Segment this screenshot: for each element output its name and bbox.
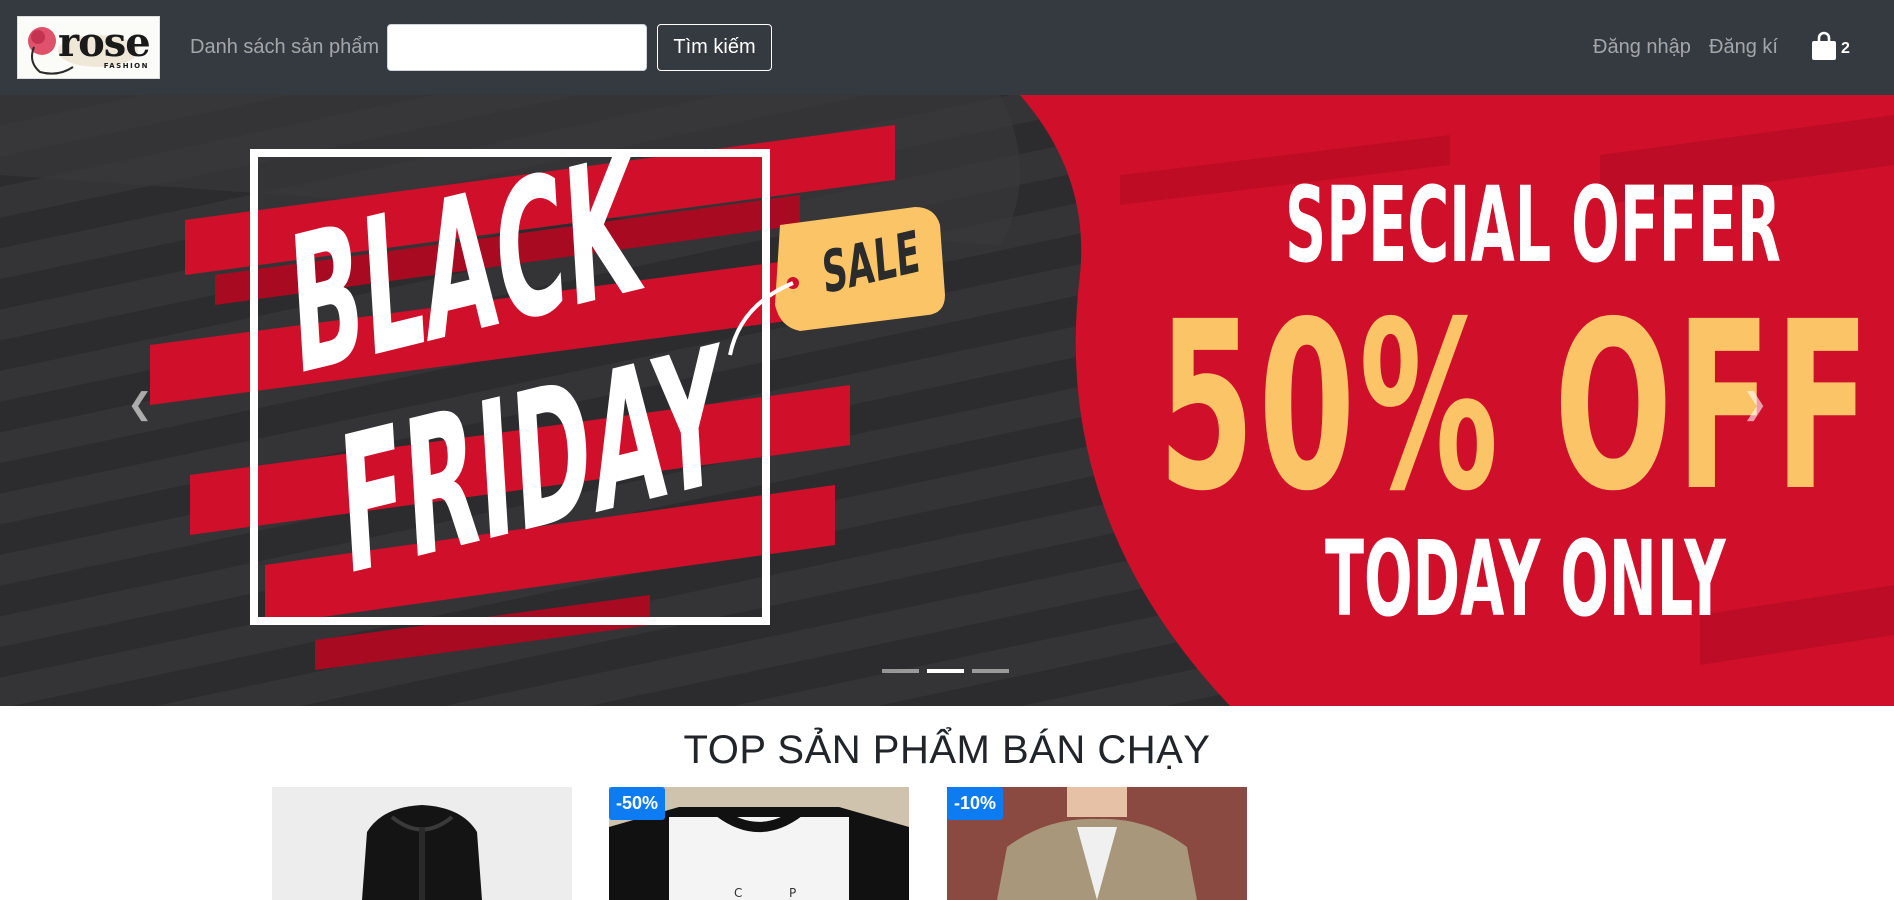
cart-count: 2 <box>1841 40 1850 57</box>
nav-link-login[interactable]: Đăng nhập <box>1593 36 1691 59</box>
svg-text:P: P <box>789 886 796 900</box>
svg-text:C: C <box>734 886 742 900</box>
chevron-right-icon: ❯ <box>1742 388 1768 421</box>
product-card[interactable]: -10% <box>947 787 1247 900</box>
logo-brand-text: rose <box>58 19 151 66</box>
carousel-indicators <box>882 669 1009 673</box>
search-button[interactable]: Tìm kiếm <box>657 24 772 71</box>
logo-tagline: FASHION <box>103 62 149 70</box>
banner-offer-heading: SPECIAL OFFER <box>1285 164 1781 286</box>
product-card[interactable]: C P -50% <box>609 787 909 900</box>
discount-badge: -50% <box>609 787 666 820</box>
shopping-bag-icon <box>1812 31 1836 60</box>
nav-link-products[interactable]: Danh sách sản phẩm <box>190 36 379 59</box>
section-title: TOP SẢN PHẨM BÁN CHẠY <box>683 728 1211 772</box>
carousel-next-button[interactable]: ❯ <box>1735 385 1775 425</box>
product-card[interactable] <box>272 787 572 900</box>
carousel-prev-button[interactable]: ❮ <box>120 385 160 425</box>
hero-carousel: BLACK FRIDAY SALE SPECIAL OFFER 50% OFF … <box>0 95 1894 706</box>
nav-link-register[interactable]: Đăng kí <box>1709 36 1778 59</box>
brand-logo[interactable]: rose FASHION <box>17 16 160 79</box>
carousel-indicator[interactable] <box>972 669 1009 673</box>
navbar: rose FASHION Danh sách sản phẩm Tìm kiếm… <box>0 0 1894 95</box>
cart-button[interactable]: 2 <box>1811 31 1856 63</box>
discount-badge: -10% <box>947 787 1004 820</box>
carousel-indicator-active[interactable] <box>927 669 964 673</box>
search-input[interactable] <box>387 24 647 71</box>
banner-offer-footer: TODAY ONLY <box>1325 518 1726 640</box>
chevron-left-icon: ❮ <box>127 388 153 421</box>
carousel-indicator[interactable] <box>882 669 919 673</box>
product-image-jacket <box>362 805 482 900</box>
